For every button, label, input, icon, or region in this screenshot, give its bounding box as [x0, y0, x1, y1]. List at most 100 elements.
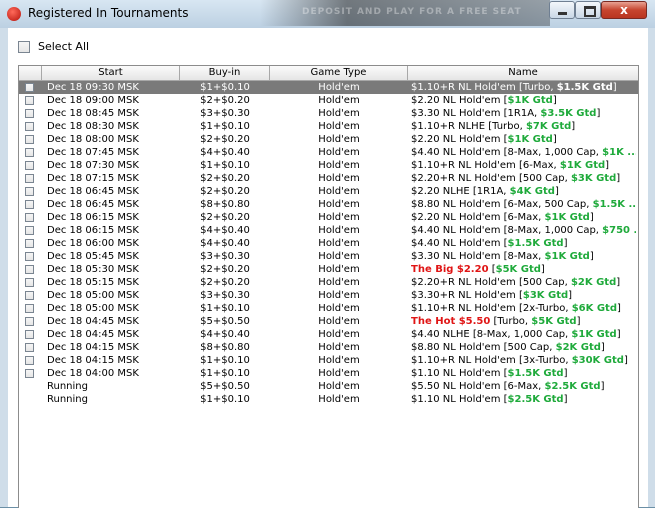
row-checkbox[interactable]	[25, 369, 34, 378]
buyin-cell: $2+$0.20	[200, 277, 250, 288]
row-checkbox-cell[interactable]	[25, 159, 35, 172]
table-row[interactable]: Dec 18 04:15 MSK $8+$0.80 Hold'em $8.80 NL …	[19, 341, 638, 354]
maximize-button[interactable]	[575, 1, 601, 19]
table-row[interactable]: Dec 18 06:45 MSK $2+$0.20 Hold'em $2.20 NLH…	[19, 185, 638, 198]
row-checkbox-cell[interactable]	[25, 276, 35, 289]
row-checkbox-cell[interactable]	[25, 120, 35, 133]
game-type-cell: Hold'em	[318, 225, 360, 236]
row-checkbox-cell[interactable]	[25, 81, 35, 94]
row-checkbox-cell[interactable]	[25, 107, 35, 120]
table-row[interactable]: Dec 18 05:30 MSK $2+$0.20 Hold'em The Big $…	[19, 263, 638, 276]
title-bar[interactable]: Registered In Tournaments DEPOSIT AND PL…	[0, 0, 655, 28]
row-checkbox-cell[interactable]	[25, 302, 35, 315]
game-type-cell: Hold'em	[318, 329, 360, 340]
table-row[interactable]: Dec 18 08:45 MSK $3+$0.30 Hold'em $3.30 NL …	[19, 107, 638, 120]
game-type-cell: Hold'em	[318, 121, 360, 132]
minimize-button[interactable]	[549, 1, 575, 19]
name-cell: $1.10+R NL Hold'em [3x-Turbo, $30K Gtd]	[411, 354, 636, 367]
name-text: $4.40 NL Hold'em [8-Max, 1,000 Cap,	[411, 225, 603, 236]
row-checkbox-cell[interactable]	[25, 94, 35, 107]
header-start[interactable]: Start	[42, 66, 180, 80]
table-row[interactable]: Dec 18 06:00 MSK $4+$0.40 Hold'em $4.40 NL …	[19, 237, 638, 250]
row-checkbox[interactable]	[25, 109, 34, 118]
row-checkbox[interactable]	[25, 239, 34, 248]
select-all-checkbox[interactable]	[18, 41, 30, 53]
row-checkbox-cell[interactable]	[25, 315, 35, 328]
row-checkbox-cell[interactable]	[25, 211, 35, 224]
table-row[interactable]: Dec 18 05:00 MSK $3+$0.30 Hold'em $3.30+R N…	[19, 289, 638, 302]
row-checkbox[interactable]	[25, 213, 34, 222]
row-checkbox[interactable]	[25, 161, 34, 170]
header-name[interactable]: Name	[408, 66, 638, 80]
row-checkbox-cell[interactable]	[25, 263, 35, 276]
row-checkbox[interactable]	[25, 330, 34, 339]
row-checkbox[interactable]	[25, 278, 34, 287]
row-checkbox-cell[interactable]	[25, 367, 35, 380]
name-cell: $1.10+R NL Hold'em [Turbo, $1.5K Gtd]	[411, 81, 636, 94]
row-checkbox-cell[interactable]	[25, 289, 35, 302]
table-row[interactable]: Dec 18 05:00 MSK $1+$0.10 Hold'em $1.10+R N…	[19, 302, 638, 315]
row-checkbox-cell[interactable]	[25, 341, 35, 354]
guarantee-text: $1K Gtd	[571, 329, 617, 340]
table-row[interactable]: Dec 18 04:15 MSK $1+$0.10 Hold'em $1.10+R N…	[19, 354, 638, 367]
table-row[interactable]: Dec 18 05:15 MSK $2+$0.20 Hold'em $2.20+R N…	[19, 276, 638, 289]
row-checkbox-cell[interactable]	[25, 380, 35, 393]
table-row[interactable]: Dec 18 07:30 MSK $1+$0.10 Hold'em $1.10+R N…	[19, 159, 638, 172]
row-checkbox-cell[interactable]	[25, 354, 35, 367]
header-game-type[interactable]: Game Type	[270, 66, 408, 80]
row-checkbox[interactable]	[25, 317, 34, 326]
row-checkbox[interactable]	[25, 291, 34, 300]
table-row[interactable]: Dec 18 08:30 MSK $1+$0.10 Hold'em $1.10+R N…	[19, 120, 638, 133]
table-row[interactable]: Running $5+$0.50 Hold'em $5.50 NL Hold'em […	[19, 380, 638, 393]
name-end: ]	[552, 95, 557, 106]
row-checkbox[interactable]	[25, 356, 34, 365]
table-row[interactable]: Dec 18 06:45 MSK $8+$0.80 Hold'em $8.80 NL …	[19, 198, 638, 211]
row-checkbox[interactable]	[25, 265, 34, 274]
name-text: $1.10 NL Hold'em [	[411, 394, 508, 405]
row-checkbox[interactable]	[25, 187, 34, 196]
row-checkbox[interactable]	[25, 200, 34, 209]
header-buyin[interactable]: Buy-in	[180, 66, 270, 80]
row-checkbox[interactable]	[25, 304, 34, 313]
start-cell: Dec 18 08:45 MSK	[47, 108, 139, 119]
close-button[interactable]: x	[601, 1, 647, 19]
buyin-cell: $1+$0.10	[200, 355, 250, 366]
table-row[interactable]: Dec 18 05:45 MSK $3+$0.30 Hold'em $3.30 NL …	[19, 250, 638, 263]
table-row[interactable]: Dec 18 04:45 MSK $5+$0.50 Hold'em The Hot $…	[19, 315, 638, 328]
table-row[interactable]: Dec 18 09:30 MSK $1+$0.10 Hold'em $1.10+R N…	[19, 81, 638, 94]
select-all-label[interactable]: Select All	[38, 40, 89, 53]
row-checkbox-cell[interactable]	[25, 250, 35, 263]
row-checkbox-cell[interactable]	[25, 224, 35, 237]
table-row[interactable]: Dec 18 04:00 MSK $1+$0.10 Hold'em $1.10 NL …	[19, 367, 638, 380]
row-checkbox[interactable]	[25, 174, 34, 183]
row-checkbox-cell[interactable]	[25, 198, 35, 211]
game-type-cell: Hold'em	[318, 303, 360, 314]
row-checkbox[interactable]	[25, 252, 34, 261]
row-checkbox-cell[interactable]	[25, 393, 35, 406]
row-checkbox-cell[interactable]	[25, 172, 35, 185]
row-checkbox[interactable]	[25, 343, 34, 352]
close-icon: x	[620, 3, 628, 17]
row-checkbox-cell[interactable]	[25, 185, 35, 198]
row-checkbox[interactable]	[25, 148, 34, 157]
name-cell: The Hot $5.50 [Turbo, $5K Gtd]	[411, 315, 636, 328]
row-checkbox[interactable]	[25, 122, 34, 131]
table-row[interactable]: Dec 18 07:15 MSK $2+$0.20 Hold'em $2.20+R N…	[19, 172, 638, 185]
table-row[interactable]: Dec 18 04:45 MSK $4+$0.40 Hold'em $4.40 NLH…	[19, 328, 638, 341]
row-checkbox[interactable]	[25, 226, 34, 235]
row-checkbox[interactable]	[25, 96, 34, 105]
row-checkbox-cell[interactable]	[25, 146, 35, 159]
row-checkbox[interactable]	[25, 135, 34, 144]
table-row[interactable]: Dec 18 07:45 MSK $4+$0.40 Hold'em $4.40 NL …	[19, 146, 638, 159]
row-checkbox-cell[interactable]	[25, 237, 35, 250]
row-checkbox-cell[interactable]	[25, 133, 35, 146]
table-row[interactable]: Running $1+$0.10 Hold'em $1.10 NL Hold'em […	[19, 393, 638, 406]
table-row[interactable]: Dec 18 06:15 MSK $4+$0.40 Hold'em $4.40 NL …	[19, 224, 638, 237]
table-row[interactable]: Dec 18 09:00 MSK $2+$0.20 Hold'em $2.20 NL …	[19, 94, 638, 107]
row-checkbox[interactable]	[25, 83, 34, 92]
guarantee-text: $3K Gtd	[522, 290, 569, 301]
row-checkbox-cell[interactable]	[25, 328, 35, 341]
name-end: ]	[623, 355, 628, 366]
table-row[interactable]: Dec 18 06:15 MSK $2+$0.20 Hold'em $2.20 NL …	[19, 211, 638, 224]
table-row[interactable]: Dec 18 08:00 MSK $2+$0.20 Hold'em $2.20 NL …	[19, 133, 638, 146]
